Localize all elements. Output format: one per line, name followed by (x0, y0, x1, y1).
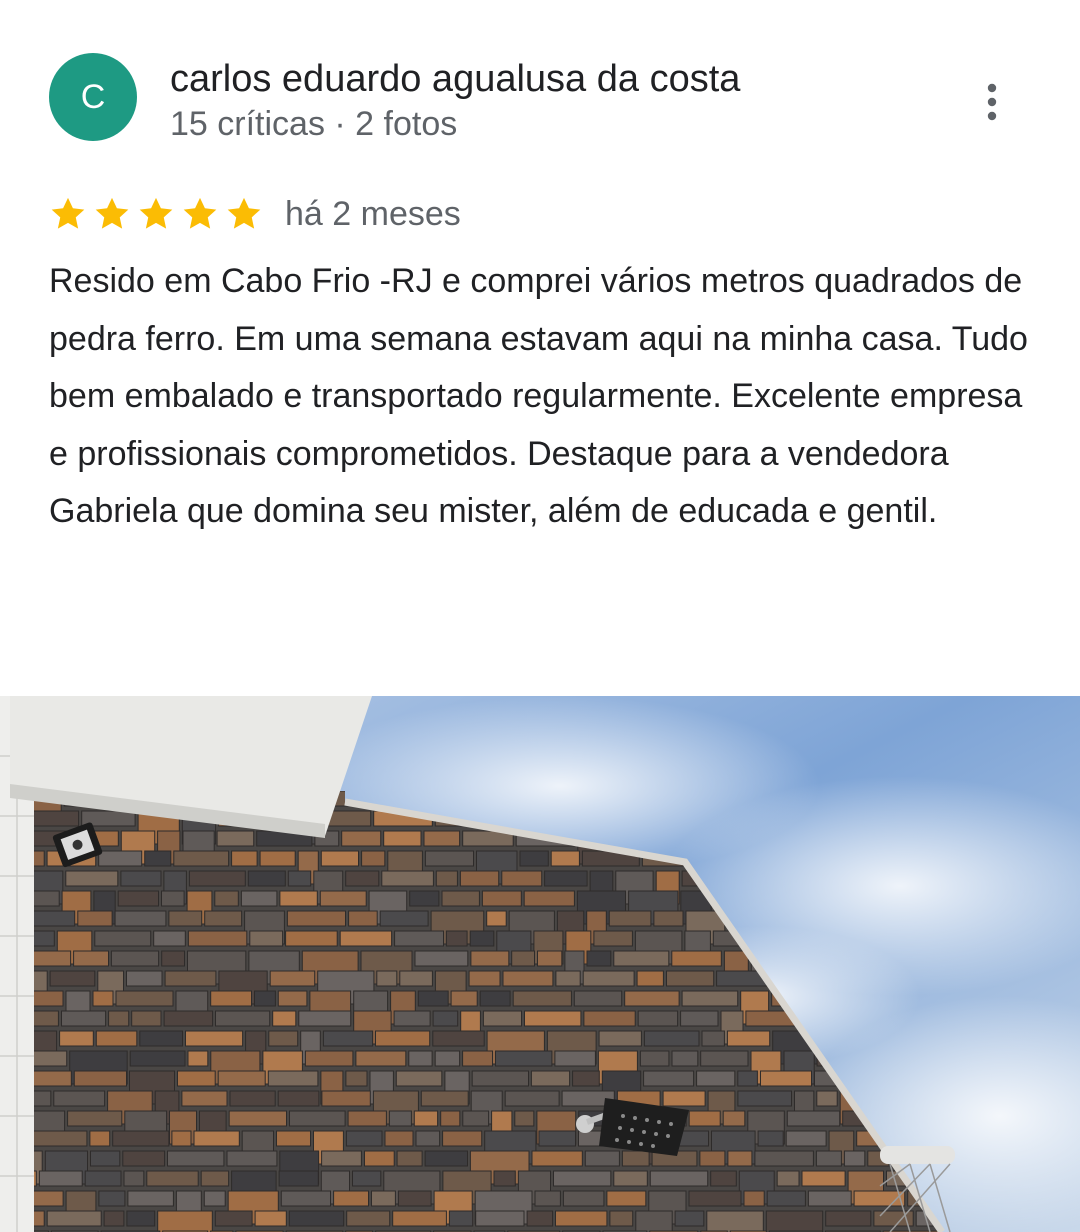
rating-row: há 2 meses (49, 190, 461, 238)
star-icon (227, 197, 261, 229)
star-icon (95, 197, 129, 229)
author-name[interactable]: carlos eduardo agualusa da costa (170, 54, 740, 104)
more-vert-icon (987, 83, 997, 121)
star-icon (139, 197, 173, 229)
review-card: C carlos eduardo agualusa da costa 15 cr… (0, 0, 1080, 1232)
review-photo[interactable] (0, 696, 1080, 1232)
more-options-button[interactable] (968, 78, 1016, 126)
star-icon (51, 197, 85, 229)
stone-wall-photo (0, 696, 1080, 1232)
star-rating (49, 195, 263, 233)
review-text: Resido em Cabo Frio -RJ e comprei vários… (49, 262, 1028, 530)
author-meta: 15 críticas · 2 fotos (170, 105, 458, 143)
review-time: há 2 meses (285, 195, 461, 233)
star-icon (183, 197, 217, 229)
avatar-initial: C (80, 77, 106, 116)
avatar[interactable]: C (49, 53, 137, 141)
